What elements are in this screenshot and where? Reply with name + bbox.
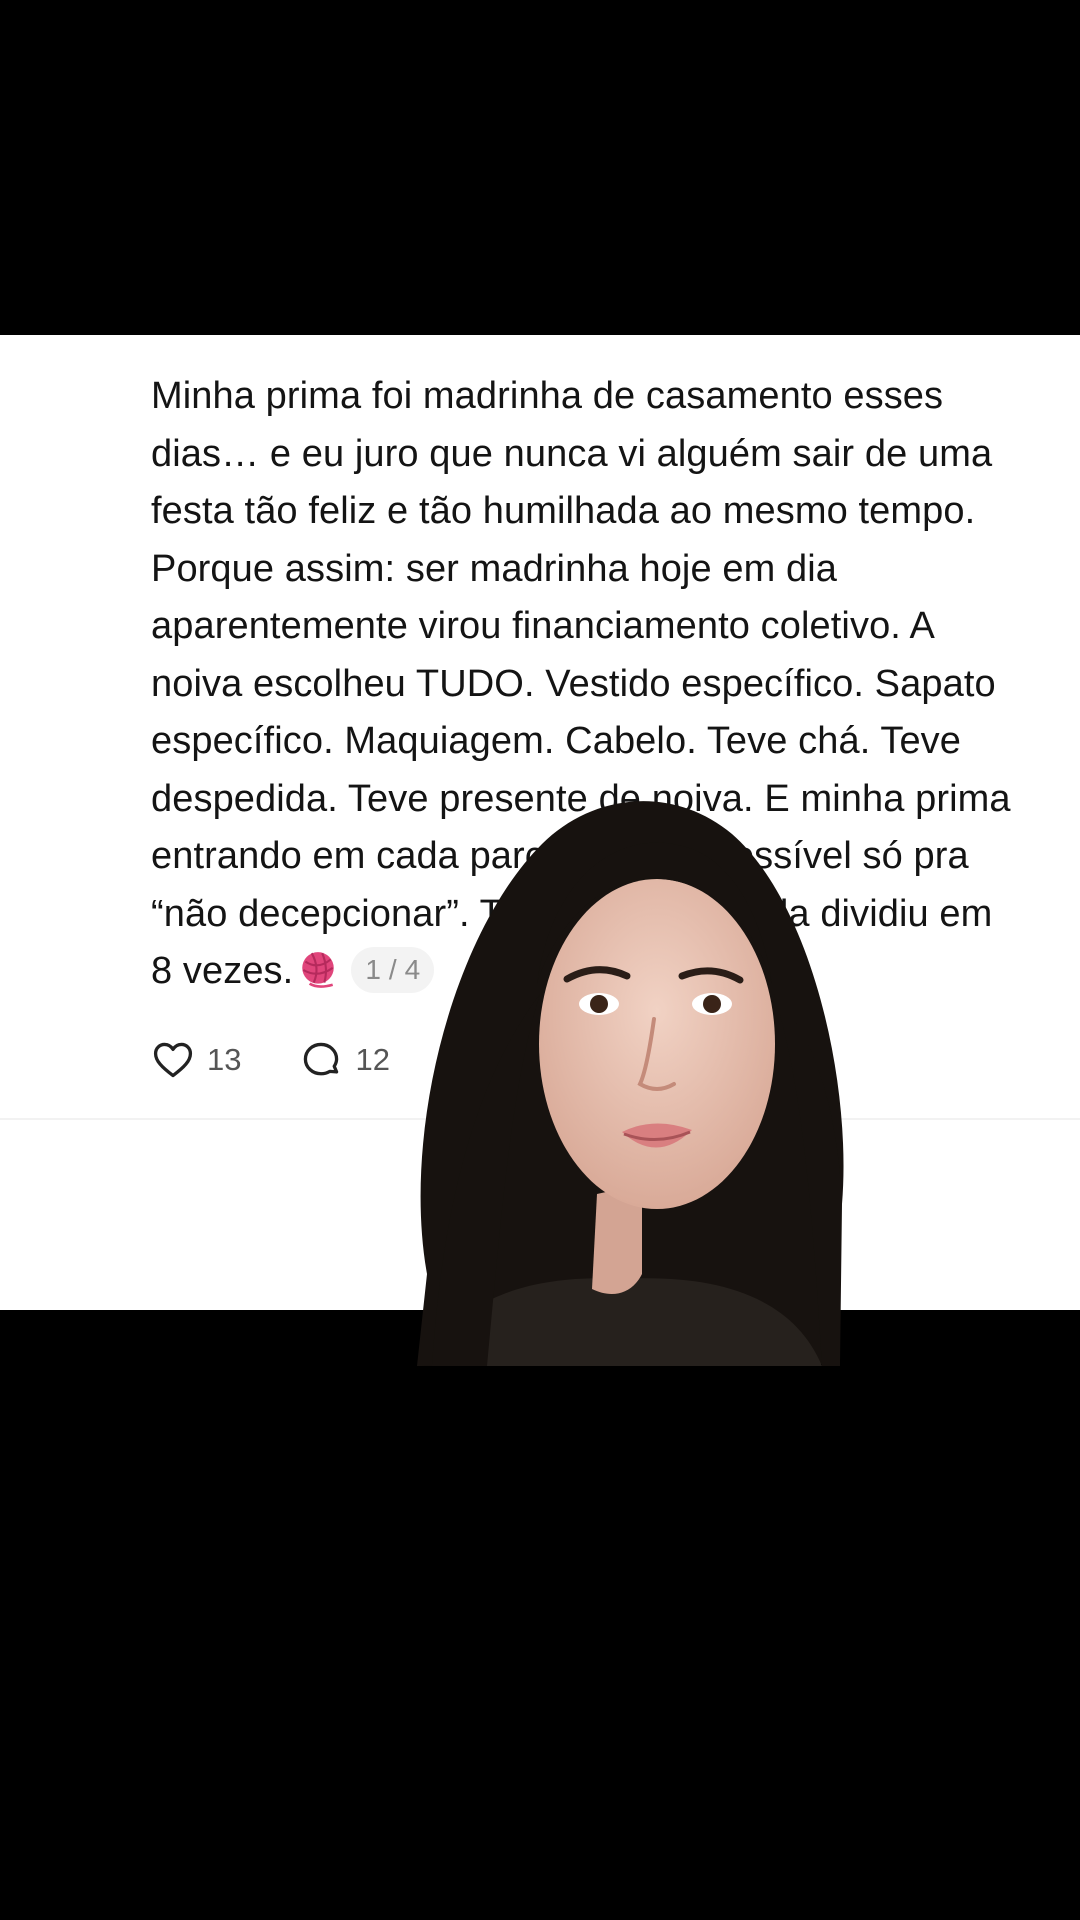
presenter-video-overlay [417,801,844,1366]
comment-count: 12 [355,1042,390,1077]
heart-icon [153,1042,193,1078]
yarn-ball-icon [302,952,335,988]
comment-button[interactable]: 12 [299,1038,390,1082]
post-line: noiva escolheu TUDO. Vestido específico.… [151,662,996,705]
comment-icon [304,1042,339,1076]
post-line: festa tão feliz e tão humilhada ao mesmo… [151,490,976,532]
post-line: aparentemente virou financiamento coleti… [151,605,935,647]
post-line: Porque assim: ser madrinha hoje em dia [151,547,838,590]
like-count: 13 [207,1042,242,1077]
post-line: 8 vezes. [151,950,294,992]
post-line: dias… e eu juro que nunca vi alguém sair… [151,432,993,475]
post-line: Minha prima foi madrinha de casamento es… [151,375,944,417]
like-button[interactable]: 13 [151,1038,241,1082]
